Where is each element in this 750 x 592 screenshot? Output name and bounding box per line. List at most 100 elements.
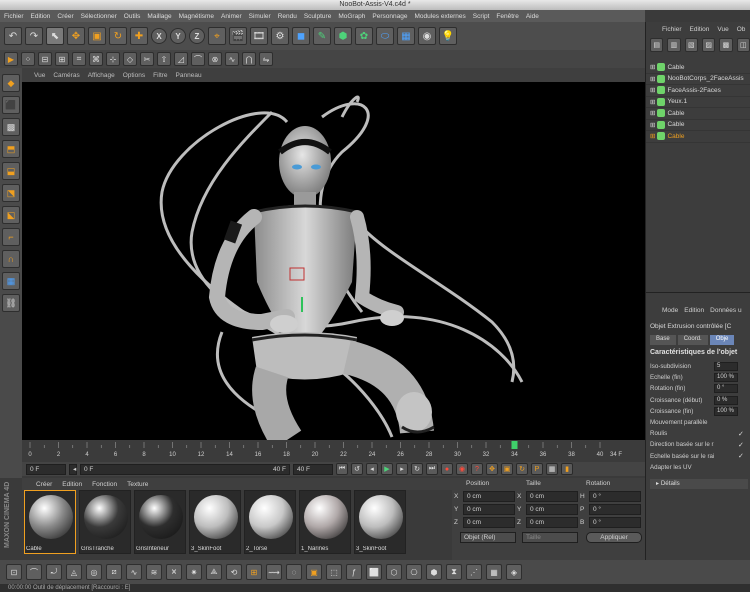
menu-item-2[interactable]: Créer [57,13,73,20]
start-frame-field[interactable]: 0 F [26,463,66,475]
viewport-menu-item-5[interactable]: Panneau [176,72,202,79]
spline-pen-icon[interactable]: ✎ [313,27,331,45]
bend-icon[interactable]: ⌒ [26,564,42,580]
snap-icon[interactable]: ⊹ [106,52,120,66]
expand-icon[interactable]: ⊞ [650,86,655,94]
explode-icon[interactable]: ✷ [186,564,202,580]
object-list-item[interactable]: ⊞ Cable [646,131,750,143]
magnet-icon[interactable]: ⋂ [242,52,256,66]
objects-icon[interactable]: ▨ [701,38,716,52]
rotate-tool-icon[interactable]: ↻ [109,27,127,45]
coord-size-select[interactable]: Taille [522,532,578,543]
layout-icon[interactable]: ⊡ [6,564,22,580]
viewport-menu-item-1[interactable]: Caméras [53,72,79,79]
material-swatch[interactable]: GrisTranche [79,490,131,554]
expand-icon[interactable]: ⊞ [650,109,655,117]
viewport-menu-item-0[interactable]: Vue [34,72,45,79]
ffd-icon[interactable]: ⊞ [246,564,262,580]
make-editable-icon[interactable]: ◆ [2,74,20,92]
menu-item-8[interactable]: Simuler [249,13,271,20]
menu-item-16[interactable]: Aide [526,13,539,20]
menu-item-0[interactable]: Fichier [4,13,24,20]
tags-icon[interactable]: ▩ [719,38,733,52]
workplane-icon[interactable]: ◇ [123,52,137,66]
camera-deformer-icon[interactable]: ⎔ [406,564,422,580]
attribute-menu-item-0[interactable]: Mode [662,307,678,317]
attribute-tab-1[interactable]: Coord. [677,335,708,345]
next-key-icon[interactable]: ↻ [411,463,423,475]
checker-icon[interactable]: ▩ [2,118,20,136]
material-swatch[interactable]: 3_SkinFoot [189,490,241,554]
prev-frame-icon[interactable]: ◂ [366,463,378,475]
jiggle-icon[interactable]: ⋰ [466,564,482,580]
attribute-checkbox[interactable] [738,463,746,471]
position-key-icon[interactable]: ✥ [486,463,498,475]
timeline-window-icon[interactable]: ▮ [561,463,573,475]
menu-item-14[interactable]: Script [473,13,490,20]
play-icon[interactable]: ▶ [381,463,393,475]
material-menu-item-3[interactable]: Texture [127,481,148,488]
next-frame-icon[interactable]: ▸ [396,463,408,475]
edit-icon[interactable]: ▥ [667,38,681,52]
lock-icon[interactable]: ⛓ [2,294,20,312]
extrude-icon[interactable]: ⇧ [157,52,171,66]
viewport-menu-item-4[interactable]: Filtre [153,72,167,79]
smoothing-icon[interactable]: ◌ [286,564,302,580]
playhead[interactable] [511,441,518,449]
object-list-item[interactable]: ⊞ NooBotCorps_2FaceAssis [646,74,750,85]
goto-end-icon[interactable]: ⏭ [426,463,438,475]
deformer-icon[interactable]: ⬭ [376,27,394,45]
coord-pos-field[interactable]: 0 cm [463,516,515,528]
object-list-item[interactable]: ⊞ Cable [646,120,750,131]
coord-pos-field[interactable]: 0 cm [463,503,515,515]
material-menu-item-1[interactable]: Edition [62,481,82,488]
spline-wrap-icon[interactable]: ⟿ [266,564,282,580]
attribute-value-field[interactable]: 0 ° [714,384,738,394]
magnet-tool-icon[interactable]: ∩ [2,250,20,268]
menu-item-7[interactable]: Animer [221,13,242,20]
param-key-icon[interactable]: P [531,463,543,475]
menu-item-3[interactable]: Sélectionner [81,13,117,20]
material-swatch[interactable]: 3_SkinFoot [354,490,406,554]
undo-icon[interactable]: ↶ [4,27,22,45]
keyframe-selection-icon[interactable]: ? [471,463,483,475]
select-tool-icon[interactable]: ⬉ [46,27,64,45]
points-mode-icon[interactable]: ⁘ [21,52,35,66]
coordinate-system-icon[interactable]: ⌖ [208,27,226,45]
coord-rot-field[interactable]: 0 ° [589,490,641,502]
expand-icon[interactable]: ⊞ [650,98,655,106]
light-icon[interactable]: 💡 [439,27,457,45]
wrap-icon[interactable]: ⟲ [226,564,242,580]
material-menu-item-0[interactable]: Créer [36,481,52,488]
floor-icon[interactable]: ▦ [397,27,415,45]
menu-item-5[interactable]: Maillage [147,13,171,20]
polygons-mode-icon[interactable]: ⊞ [55,52,69,66]
coord-size-field[interactable]: 0 cm [526,516,578,528]
bevel-icon[interactable]: ◿ [174,52,188,66]
shatter-icon[interactable]: ⟁ [206,564,222,580]
bookmark-icon[interactable]: ◫ [736,38,750,52]
coord-size-field[interactable]: 0 cm [526,490,578,502]
object-list-item[interactable]: ⊞ Cable [646,62,750,74]
bulge-icon[interactable]: ◎ [86,564,102,580]
rotation-key-icon[interactable]: ↻ [516,463,528,475]
taper-icon[interactable]: ◬ [66,564,82,580]
attribute-menu-item-1[interactable]: Edition [684,307,704,317]
twist-icon[interactable]: ⤾ [46,564,62,580]
object-list-item[interactable]: ⊞ FaceAssis-2Faces [646,85,750,97]
coord-rot-field[interactable]: 0 ° [589,516,641,528]
range-slider[interactable]: 0 F 40 F [80,463,290,475]
attribute-tab-2[interactable]: Obje [709,335,735,345]
melt-icon[interactable]: ⩙ [166,564,182,580]
correction-icon[interactable]: ▣ [306,564,322,580]
object-axis-icon[interactable]: ⬒ [2,140,20,158]
coord-pos-field[interactable]: 0 cm [463,490,515,502]
bridge-icon[interactable]: ⌒ [191,52,205,66]
subdivision-icon[interactable]: ⬢ [334,27,352,45]
render-view-icon[interactable]: 🎬 [229,27,247,45]
attribute-tab-0[interactable]: Base [650,335,676,345]
mirror-icon[interactable]: ⇋ [259,52,273,66]
collision-icon[interactable]: ⬡ [386,564,402,580]
texture-mode-icon[interactable]: ⌘ [89,52,103,66]
shear-icon[interactable]: ⧄ [106,564,122,580]
